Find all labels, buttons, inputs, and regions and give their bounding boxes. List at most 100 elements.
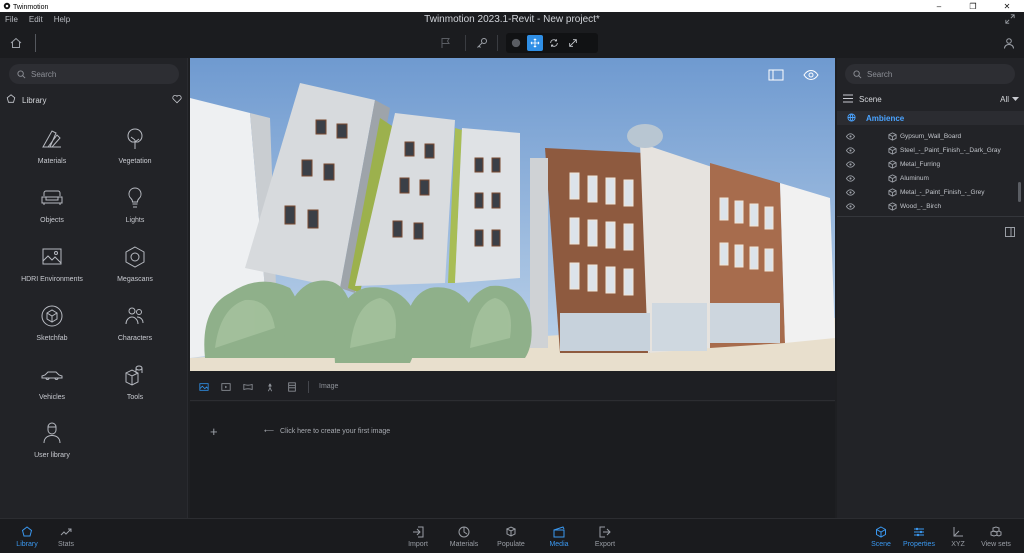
- eye-icon[interactable]: [846, 132, 855, 141]
- material-row[interactable]: Metal_Furring: [837, 158, 1017, 171]
- video-media-icon[interactable]: [220, 381, 232, 393]
- walk-mode-button[interactable]: [508, 35, 524, 51]
- pan-mode-button[interactable]: [527, 35, 543, 51]
- car-icon: [14, 360, 90, 390]
- app-name: Twinmotion: [13, 3, 49, 11]
- material-row[interactable]: Gypsum_Wall_Board: [837, 130, 1017, 143]
- bottom-tab-view-sets[interactable]: View sets: [976, 525, 1016, 548]
- category-vehicles[interactable]: Vehicles: [14, 360, 90, 401]
- toolbar-divider: [35, 34, 36, 52]
- library-icon: [7, 525, 47, 539]
- eye-icon[interactable]: [846, 188, 855, 197]
- chevron-down-icon: [1012, 95, 1019, 104]
- import-icon: [398, 525, 438, 539]
- orbit-mode-button[interactable]: [546, 35, 562, 51]
- bottom-tab-materials[interactable]: Materials: [444, 525, 484, 548]
- bottom-tab-scene[interactable]: Scene: [861, 525, 901, 548]
- material-cube-icon: [888, 132, 897, 141]
- scene-item-label: Ambience: [866, 113, 905, 123]
- search-icon: [853, 69, 862, 78]
- scene-item-ambience[interactable]: Ambience: [837, 111, 1024, 125]
- category-hdri-environments[interactable]: HDRI Environments: [14, 242, 90, 283]
- category-user-library[interactable]: User library: [14, 418, 90, 459]
- eye-icon[interactable]: [846, 174, 855, 183]
- image-icon: [14, 242, 90, 272]
- characters-icon: [97, 301, 173, 331]
- panel-collapse-icon[interactable]: [1005, 224, 1015, 237]
- bottom-tab-properties[interactable]: Properties: [899, 525, 939, 548]
- eye-icon[interactable]: [846, 160, 855, 169]
- library-panel: Search Library Materials Vegetation Obje…: [0, 58, 188, 518]
- view-sets-icon: [976, 525, 1016, 539]
- category-tools[interactable]: Tools: [97, 360, 173, 401]
- category-objects[interactable]: Objects: [14, 183, 90, 224]
- arrow-left-icon: ⟵: [264, 428, 275, 435]
- search-icon: [17, 69, 26, 78]
- sofa-icon: [14, 183, 90, 213]
- stats-icon: [46, 525, 86, 539]
- fullscreen-icon[interactable]: [1005, 14, 1015, 24]
- street-scene-render: [190, 58, 835, 371]
- globe-icon: [847, 112, 856, 124]
- bottom-tab-export[interactable]: Export: [585, 525, 625, 548]
- scene-search-input[interactable]: Search: [845, 64, 1015, 84]
- top-toolbar: File Edit Help Twinmotion 2023.1-Revit -…: [0, 12, 1024, 58]
- 3d-viewport[interactable]: [190, 58, 835, 371]
- material-row[interactable]: Metal_-_Paint_Finish_-_Grey: [837, 186, 1017, 199]
- scene-cube-icon: [861, 525, 901, 539]
- material-row[interactable]: Wood_-_Birch: [837, 200, 1017, 213]
- category-vegetation[interactable]: Vegetation: [97, 124, 173, 165]
- library-icon: [6, 94, 16, 106]
- category-megascans[interactable]: Megascans: [97, 242, 173, 283]
- window-title-bar: Twinmotion – ❐ ✕: [0, 0, 1024, 12]
- scene-filter-value: All: [1000, 95, 1009, 104]
- eye-icon[interactable]: [846, 202, 855, 211]
- bottom-tab-library[interactable]: Library: [7, 525, 47, 548]
- zoom-mode-button[interactable]: [565, 35, 581, 51]
- minimize-button[interactable]: –: [922, 0, 956, 12]
- image-media-icon[interactable]: [198, 381, 210, 393]
- user-account-icon[interactable]: [1002, 36, 1016, 50]
- bottom-tab-populate[interactable]: Populate: [491, 525, 531, 548]
- media-toolbar-divider: [308, 380, 309, 393]
- category-lights[interactable]: Lights: [97, 183, 173, 224]
- scene-header: Scene All: [843, 94, 1019, 105]
- bottom-tab-import[interactable]: Import: [398, 525, 438, 548]
- media-tab-label: Image: [319, 383, 339, 390]
- scene-filter-dropdown[interactable]: All: [1000, 95, 1019, 104]
- material-row[interactable]: Aluminum: [837, 172, 1017, 185]
- flag-icon[interactable]: [440, 37, 452, 49]
- list-icon: [843, 94, 853, 105]
- xyz-axes-icon: [938, 525, 978, 539]
- create-first-image-hint[interactable]: ⟵ Click here to create your first image: [264, 427, 390, 436]
- home-icon[interactable]: [9, 36, 23, 50]
- viewport-visibility-eye-icon[interactable]: [803, 68, 819, 82]
- bottom-tab-media[interactable]: Media: [539, 525, 579, 548]
- search-placeholder: Search: [31, 69, 57, 79]
- close-button[interactable]: ✕: [990, 0, 1024, 12]
- eye-icon[interactable]: [846, 146, 855, 155]
- bottom-tab-stats[interactable]: Stats: [46, 525, 86, 548]
- material-row[interactable]: Steel_-_Paint_Finish_-_Dark_Gray: [837, 144, 1017, 157]
- scene-list-scrollbar[interactable]: [1018, 182, 1021, 202]
- material-cube-icon: [888, 174, 897, 183]
- bottom-tab-xyz[interactable]: XYZ: [938, 525, 978, 548]
- key-icon[interactable]: [476, 37, 488, 49]
- presentation-media-icon[interactable]: [286, 381, 298, 393]
- maximize-button[interactable]: ❐: [956, 0, 990, 12]
- category-materials[interactable]: Materials: [14, 124, 90, 165]
- lightbulb-icon: [97, 183, 173, 213]
- megascans-icon: [97, 242, 173, 272]
- panorama-media-icon[interactable]: [242, 381, 254, 393]
- app-logo-icon: [3, 2, 11, 12]
- materials-icon: [444, 525, 484, 539]
- add-media-button[interactable]: +: [210, 424, 218, 439]
- phasing-media-icon[interactable]: [264, 381, 276, 393]
- category-sketchfab[interactable]: Sketchfab: [14, 301, 90, 342]
- library-search-input[interactable]: Search: [9, 64, 179, 84]
- toolbar-divider: [465, 35, 466, 51]
- tools-icon: [97, 360, 173, 390]
- category-characters[interactable]: Characters: [97, 301, 173, 342]
- viewport-panel-toggle-icon[interactable]: [768, 68, 784, 82]
- favorites-heart-icon[interactable]: [172, 94, 182, 106]
